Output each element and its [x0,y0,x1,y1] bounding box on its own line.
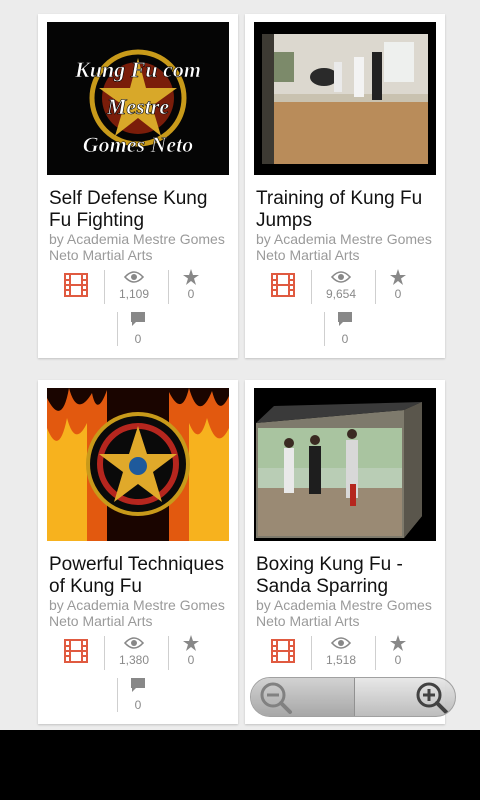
video-title[interactable]: Self Defense Kung Fu Fighting [49,188,234,230]
video-type [46,634,106,674]
thumb-line-2: Mestre [106,94,170,119]
comments-count: 0 [341,332,349,346]
comments-count: 0 [134,332,142,346]
video-card[interactable]: Training of Kung Fu Jumps by Academia Me… [245,14,445,358]
thumb-line-3: Gomes Neto [83,132,194,157]
stars-stat: 0 [162,634,220,674]
star-icon [369,268,427,285]
video-author: by Academia Mestre Gomes Neto Martial Ar… [49,231,225,263]
thumbnail-image [254,22,436,175]
views-stat: 9,654 [311,268,371,308]
zoom-in-button[interactable] [354,678,455,716]
stars-count: 0 [187,287,195,301]
star-icon [162,634,220,651]
video-title[interactable]: Boxing Kung Fu - Sanda Sparring [256,554,441,596]
thumbnail-image [254,388,436,541]
video-card[interactable]: Boxing Kung Fu - Sanda Sparring by Acade… [245,380,445,724]
film-icon [64,639,88,663]
stars-stat: 0 [162,268,220,308]
comments-count: 0 [134,698,142,712]
zoom-out-button[interactable] [251,678,354,716]
video-stats: 1,380 0 [38,634,238,674]
film-icon [271,273,295,297]
views-count: 9,654 [325,287,357,301]
video-stats: 1,518 0 [245,634,445,674]
thumbnail-image: Kung Fu com Mestre Gomes Neto [47,22,229,175]
eye-icon [311,634,371,651]
thumb-line-1: Kung Fu com [74,57,201,82]
stars-stat: 0 [369,268,427,308]
views-stat: 1,109 [104,268,164,308]
views-stat: 1,518 [311,634,371,674]
stars-count: 0 [394,287,402,301]
star-icon [162,268,220,285]
comments-stat: 0 [118,676,158,718]
film-icon [271,639,295,663]
zoom-in-icon [416,682,448,714]
video-stats: 1,109 0 [38,268,238,308]
thumbnail-image [47,388,229,541]
stars-stat: 0 [369,634,427,674]
video-title[interactable]: Powerful Techniques of Kung Fu [49,554,234,596]
video-card[interactable]: Powerful Techniques of Kung Fu by Academ… [38,380,238,724]
system-nav-bar [0,730,480,800]
comment-icon [325,310,365,328]
zoom-out-icon [260,682,292,714]
eye-icon [104,268,164,285]
film-icon [64,273,88,297]
video-stats: 9,654 0 [245,268,445,308]
comments-stat: 0 [325,310,365,352]
video-card[interactable]: Kung Fu com Mestre Gomes Neto Self Defen… [38,14,238,358]
video-title[interactable]: Training of Kung Fu Jumps [256,188,441,230]
video-type [46,268,106,308]
views-count: 1,109 [118,287,150,301]
stars-count: 0 [187,653,195,667]
video-grid: Kung Fu com Mestre Gomes Neto Self Defen… [0,0,480,730]
zoom-control [250,677,456,717]
video-author: by Academia Mestre Gomes Neto Martial Ar… [49,597,225,629]
views-count: 1,380 [118,653,150,667]
video-thumbnail[interactable] [47,388,229,541]
eye-icon [311,268,371,285]
comment-icon [118,676,158,694]
video-type [253,268,313,308]
video-thumbnail[interactable] [254,388,436,541]
video-thumbnail[interactable]: Kung Fu com Mestre Gomes Neto [47,22,229,175]
video-author: by Academia Mestre Gomes Neto Martial Ar… [256,597,432,629]
video-thumbnail[interactable] [254,22,436,175]
eye-icon [104,634,164,651]
views-count: 1,518 [325,653,357,667]
video-type [253,634,313,674]
views-stat: 1,380 [104,634,164,674]
star-icon [369,634,427,651]
comments-stat: 0 [118,310,158,352]
stars-count: 0 [394,653,402,667]
video-author: by Academia Mestre Gomes Neto Martial Ar… [256,231,432,263]
comment-icon [118,310,158,328]
